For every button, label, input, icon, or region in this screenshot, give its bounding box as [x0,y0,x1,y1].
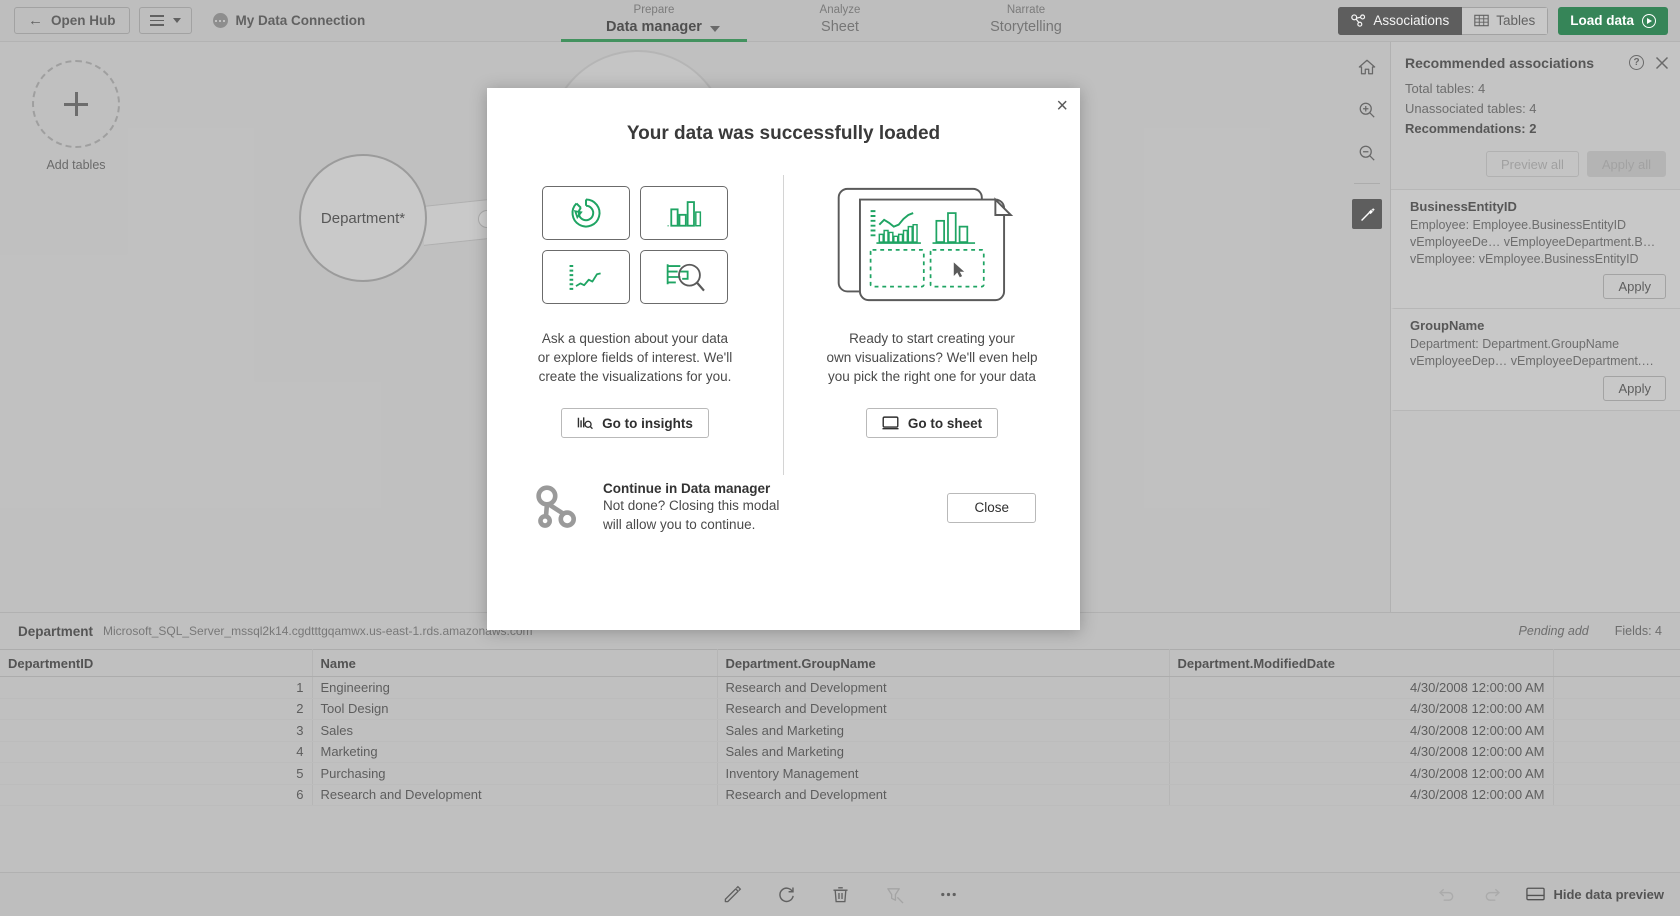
app-root: ← Open Hub My Data Connection Prepare Da… [0,0,1680,916]
go-to-insights-button[interactable]: Go to insights [561,408,709,438]
sheet-icon [882,416,899,430]
go-to-insights-label: Go to insights [602,416,693,431]
insights-illustration [542,175,728,315]
modal-close-button[interactable]: Close [947,493,1036,523]
bar-chart-icon [640,186,728,240]
insights-icon [577,416,593,430]
donut-chart-icon [542,186,630,240]
associations-icon [531,484,585,532]
sheet-description: Ready to start creating your own visuali… [827,329,1038,386]
go-to-sheet-button[interactable]: Go to sheet [866,408,998,438]
modal-close-icon[interactable]: × [1056,96,1068,116]
data-loaded-modal: × Your data was successfully loaded [487,88,1080,630]
insights-description: Ask a question about your data or explor… [538,329,732,386]
modal-insights-column: Ask a question about your data or explor… [487,175,784,475]
search-insight-icon [640,250,728,304]
modal-sheet-column: Ready to start creating your own visuali… [784,175,1080,475]
line-chart-icon [542,250,630,304]
modal-title: Your data was successfully loaded [487,88,1080,145]
go-to-sheet-label: Go to sheet [908,416,982,431]
sheet-preview-illustration [835,175,1030,315]
continue-title: Continue in Data manager [603,481,929,496]
modal-footer: Continue in Data manager Not done? Closi… [487,481,1080,534]
continue-subtitle: Not done? Closing this modal will allow … [603,496,929,534]
sheet-preview-icon [835,186,1030,304]
